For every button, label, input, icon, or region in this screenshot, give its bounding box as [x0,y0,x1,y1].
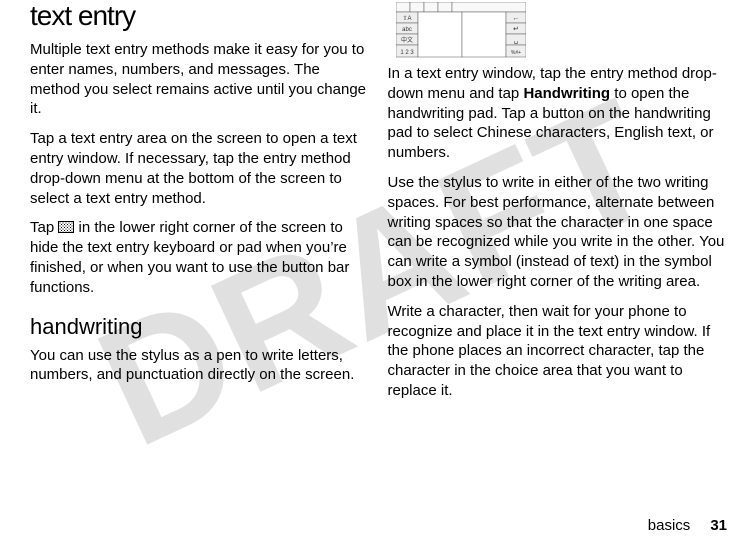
left-p3a: Tap [30,219,58,236]
right-p2: Use the stylus to write in either of the… [388,173,726,292]
right-column: ⇧A abc 中文 1 2 3 ← ↵ ␣ %# [378,0,736,546]
right-p1-bold: Handwriting [523,85,610,102]
left-p2: Tap a text entry area on the screen to o… [30,129,368,208]
handwriting-pad-illustration: ⇧A abc 中文 1 2 3 ← ↵ ␣ %# [396,2,726,58]
hide-keyboard-icon [58,221,74,233]
left-column: text entry Multiple text entry methods m… [20,0,378,546]
pad-row2-label: abc [402,27,412,33]
right-p1: In a text entry window, tap the entry me… [388,64,726,163]
pad-right-mid: ↵ [513,26,519,33]
footer-section: basics [648,517,691,534]
heading-text-entry: text entry [30,0,368,32]
page-content: text entry Multiple text entry methods m… [0,0,755,546]
footer-page-number: 31 [710,517,727,534]
pad-row1-label: ⇧A [402,15,411,22]
left-p3b: in the lower right corner of the screen … [30,219,349,295]
pad-right-bot2: %#+ [510,50,520,56]
right-p3: Write a character, then wait for your ph… [388,302,726,401]
left-p3: Tap in the lower right corner of the scr… [30,218,368,297]
pad-row3-label: 中文 [400,36,412,44]
left-p4: You can use the stylus as a pen to write… [30,346,368,386]
page-footer: basics 31 [648,517,727,534]
pad-right-bot1: ␣ [513,37,517,44]
left-p1: Multiple text entry methods make it easy… [30,40,368,119]
heading-handwriting: handwriting [30,314,368,340]
pad-right-top: ← [512,15,519,22]
pad-row4-label: 1 2 3 [400,50,414,56]
